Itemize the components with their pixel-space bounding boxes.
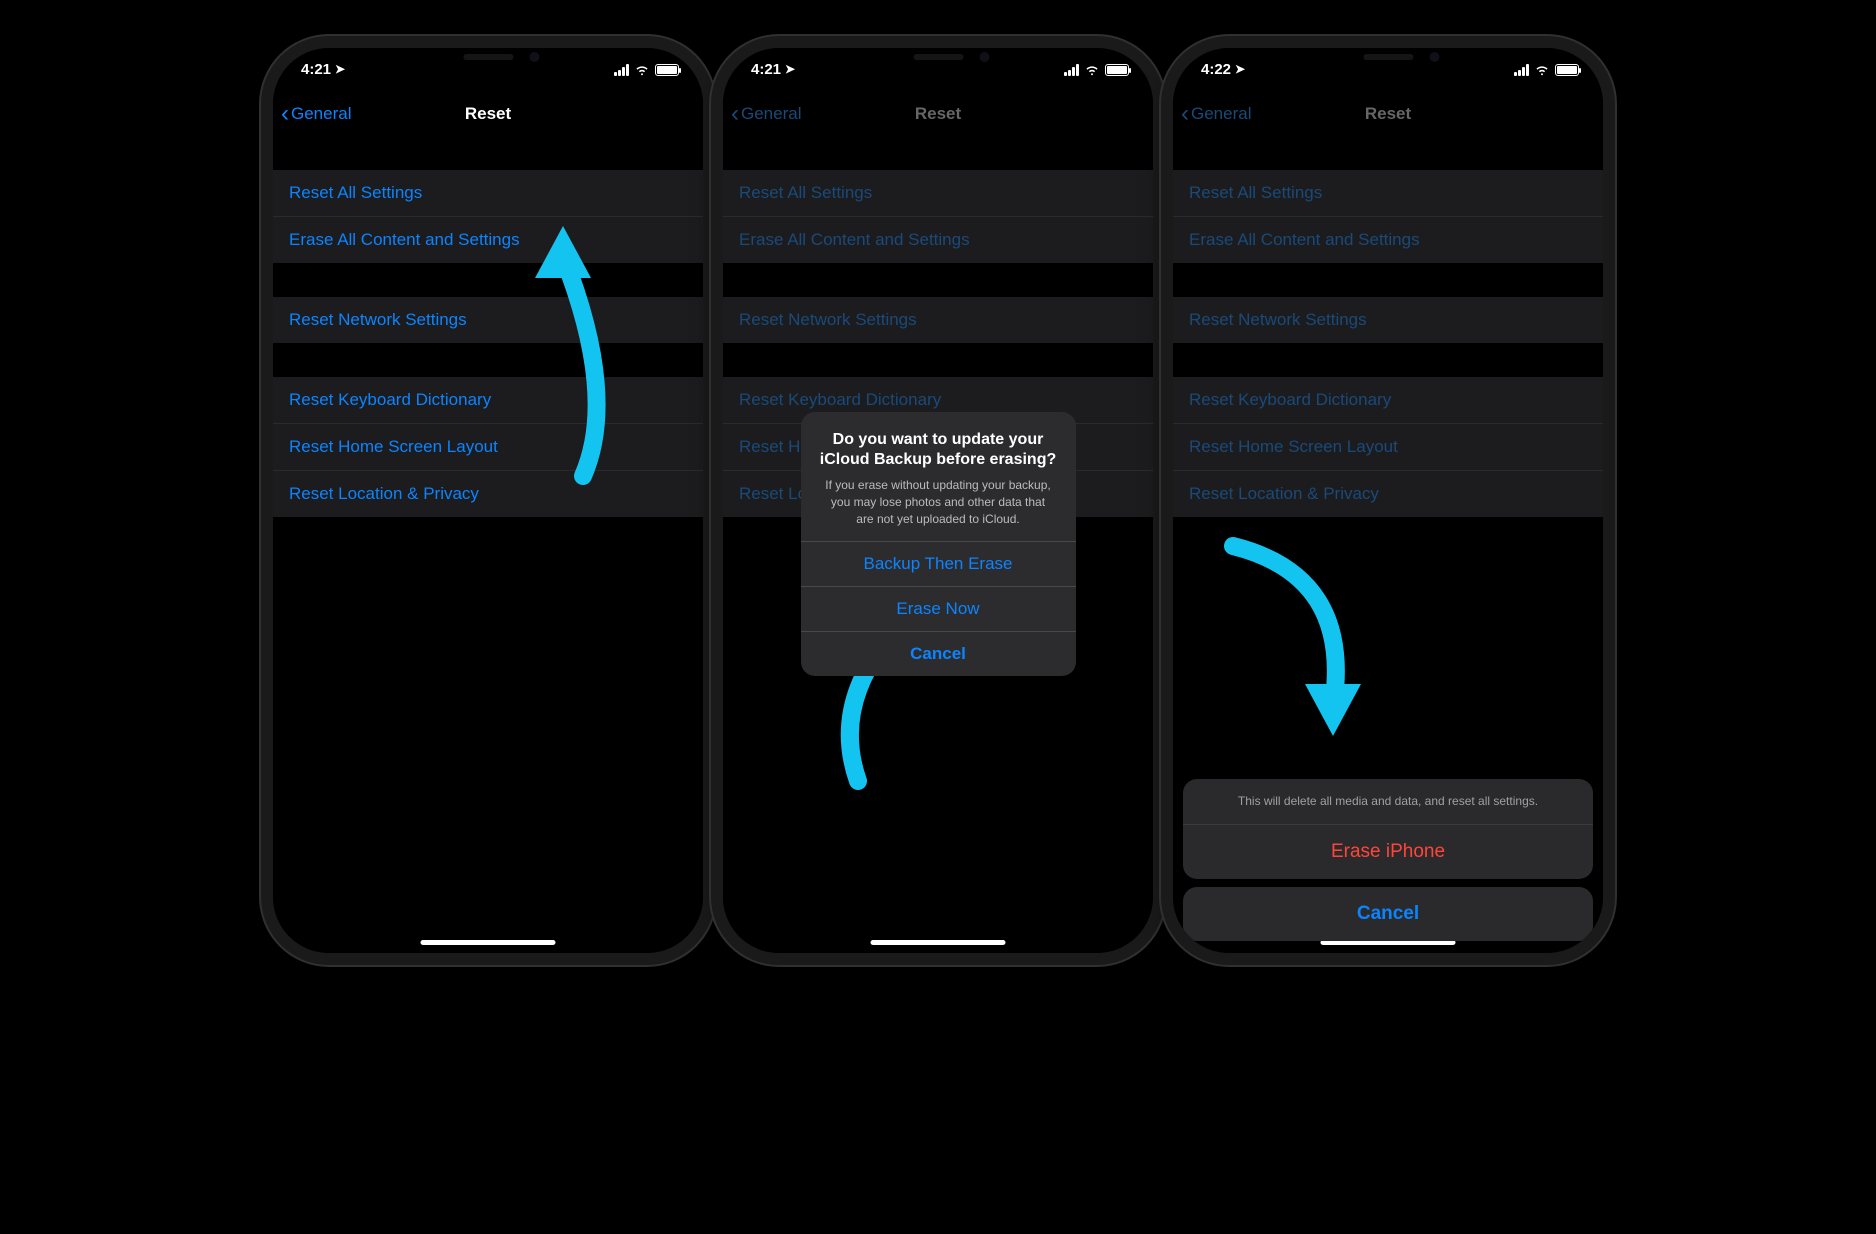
notch — [841, 48, 1036, 76]
nav-title: Reset — [723, 104, 1153, 124]
screen: 4:21 ➤ ‹ General Reset Reset All Setting… — [723, 48, 1153, 953]
wifi-icon — [1084, 64, 1100, 76]
battery-icon — [655, 64, 679, 76]
battery-icon — [1105, 64, 1129, 76]
screen: 4:21 ➤ ‹ General Reset Reset All Setting… — [273, 48, 703, 953]
content: Reset All Settings Erase All Content and… — [273, 136, 703, 953]
action-sheet: This will delete all media and data, and… — [1173, 779, 1603, 941]
nav-bar: ‹ General Reset — [723, 92, 1153, 136]
cellular-icon — [1514, 64, 1529, 76]
annotation-arrow — [1213, 536, 1383, 751]
location-icon: ➤ — [785, 62, 795, 76]
nav-bar: ‹ General Reset — [1173, 92, 1603, 136]
nav-title: Reset — [1173, 104, 1603, 124]
battery-icon — [1555, 64, 1579, 76]
reset-location[interactable]: Reset Location & Privacy — [273, 470, 703, 517]
alert-title: Do you want to update your iCloud Backup… — [817, 430, 1060, 472]
cancel-button[interactable]: Cancel — [801, 631, 1076, 676]
erase-all-content[interactable]: Erase All Content and Settings — [273, 216, 703, 263]
status-time: 4:22 — [1201, 61, 1231, 78]
content: Reset All Settings Erase All Content and… — [1173, 136, 1603, 953]
settings-group-1: Reset All Settings Erase All Content and… — [273, 170, 703, 263]
wifi-icon — [1534, 64, 1550, 76]
location-icon: ➤ — [335, 62, 345, 76]
phone-2: 4:21 ➤ ‹ General Reset Reset All Setting… — [723, 48, 1153, 953]
settings-group-2: Reset Network Settings — [1173, 297, 1603, 343]
reset-all-settings[interactable]: Reset All Settings — [273, 170, 703, 216]
reset-home[interactable]: Reset Home Screen Layout — [273, 423, 703, 470]
reset-home: Reset Home Screen Layout — [1173, 423, 1603, 470]
wifi-icon — [634, 64, 650, 76]
erase-all-content: Erase All Content and Settings — [1173, 216, 1603, 263]
alert-backdrop: Do you want to update your iCloud Backup… — [723, 136, 1153, 953]
phone-1: 4:21 ➤ ‹ General Reset Reset All Setting… — [273, 48, 703, 953]
erase-iphone-button[interactable]: Erase iPhone — [1183, 824, 1593, 879]
settings-group-3: Reset Keyboard Dictionary Reset Home Scr… — [1173, 377, 1603, 517]
home-indicator[interactable] — [421, 940, 556, 945]
cellular-icon — [614, 64, 629, 76]
phone-3: 4:22 ➤ ‹ General Reset Reset All Setting… — [1173, 48, 1603, 953]
settings-group-1: Reset All Settings Erase All Content and… — [1173, 170, 1603, 263]
reset-location: Reset Location & Privacy — [1173, 470, 1603, 517]
screen: 4:22 ➤ ‹ General Reset Reset All Setting… — [1173, 48, 1603, 953]
action-sheet-card: This will delete all media and data, and… — [1183, 779, 1593, 879]
backup-then-erase-button[interactable]: Backup Then Erase — [801, 541, 1076, 586]
settings-group-3: Reset Keyboard Dictionary Reset Home Scr… — [273, 377, 703, 517]
alert: Do you want to update your iCloud Backup… — [801, 412, 1076, 677]
cellular-icon — [1064, 64, 1079, 76]
location-icon: ➤ — [1235, 62, 1245, 76]
notch — [1291, 48, 1486, 76]
reset-network[interactable]: Reset Network Settings — [273, 297, 703, 343]
reset-keyboard[interactable]: Reset Keyboard Dictionary — [273, 377, 703, 423]
sheet-message: This will delete all media and data, and… — [1183, 779, 1593, 824]
erase-now-button[interactable]: Erase Now — [801, 586, 1076, 631]
reset-all-settings: Reset All Settings — [1173, 170, 1603, 216]
reset-network: Reset Network Settings — [1173, 297, 1603, 343]
nav-bar: ‹ General Reset — [273, 92, 703, 136]
status-time: 4:21 — [751, 61, 781, 78]
reset-keyboard: Reset Keyboard Dictionary — [1173, 377, 1603, 423]
status-time: 4:21 — [301, 61, 331, 78]
nav-title: Reset — [273, 104, 703, 124]
content: Reset All Settings Erase All Content and… — [723, 136, 1153, 953]
alert-message: If you erase without updating your backu… — [823, 477, 1053, 527]
settings-group-2: Reset Network Settings — [273, 297, 703, 343]
notch — [391, 48, 586, 76]
sheet-cancel-button[interactable]: Cancel — [1183, 887, 1593, 941]
